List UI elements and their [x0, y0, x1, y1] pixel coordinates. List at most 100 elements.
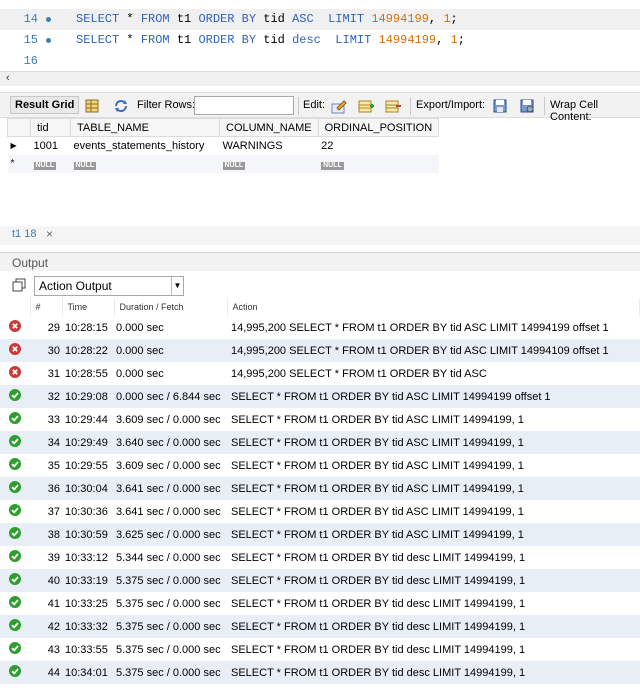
export-icon[interactable] — [492, 98, 508, 114]
column-header[interactable]: ORDINAL_POSITION — [317, 118, 440, 137]
table-cell[interactable]: events_statements_history — [71, 137, 220, 155]
output-index: 36 — [30, 477, 62, 500]
chevron-down-icon[interactable]: ▼ — [171, 277, 183, 295]
output-index: 29 — [47, 321, 60, 334]
output-row[interactable]: 36 10:30:04 3.641 sec / 0.000 sec SELECT * … — [0, 477, 640, 500]
table-cell[interactable]: 22 — [318, 137, 439, 155]
tab-t1-18[interactable]: t1 18 — [12, 228, 36, 240]
insert-row-icon[interactable] — [358, 98, 374, 114]
output-row[interactable]: 35 10:29:55 3.609 sec / 0.000 sec SELECT * … — [0, 454, 640, 477]
edit-row-icon[interactable] — [331, 98, 347, 114]
output-row[interactable]: 41 10:33:25 5.375 sec / 0.000 sec SELECT * … — [0, 592, 640, 615]
scroll-left-icon[interactable]: ‹ — [6, 72, 10, 84]
toolbar-divider — [410, 97, 411, 115]
output-row[interactable]: 34 10:29:49 3.640 sec / 0.000 sec SELECT * … — [0, 431, 640, 454]
output-index: 40 — [30, 569, 62, 592]
output-row[interactable]: 44 10:34:01 5.375 sec / 0.000 sec SELECT * … — [0, 661, 640, 684]
output-duration: 0.000 sec / 6.844 sec — [114, 385, 227, 408]
output-action: 14,995,200 SELECT * FROM t1 ORDER BY tid… — [227, 339, 640, 362]
column-header[interactable]: TABLE_NAME — [70, 118, 220, 137]
table-cell[interactable]: NULL — [220, 155, 319, 173]
output-row[interactable]: 33 10:29:44 3.609 sec / 0.000 sec SELECT * … — [0, 408, 640, 431]
table-cell[interactable]: NULL — [31, 155, 71, 173]
line-number: 14 — [23, 12, 38, 26]
output-index: 44 — [30, 661, 62, 684]
column-header[interactable]: Action — [227, 298, 640, 316]
refresh-icon[interactable] — [113, 98, 129, 114]
output-row[interactable]: 38 10:30:59 3.625 sec / 0.000 sec SELECT * … — [0, 523, 640, 546]
output-action: SELECT * FROM t1 ORDER BY tid desc LIMIT… — [227, 615, 640, 638]
table-cell[interactable]: 1001 — [31, 137, 71, 155]
sql-text: * — [119, 33, 141, 47]
horizontal-scrollbar[interactable]: ‹ — [0, 71, 640, 86]
output-type-select[interactable]: Action Output ▼ — [34, 276, 184, 296]
output-index: 39 — [47, 551, 60, 564]
column-header[interactable]: tid — [30, 118, 71, 137]
output-index: 37 — [47, 505, 60, 518]
filter-rows-input[interactable] — [194, 96, 294, 115]
close-tab-icon[interactable]: × — [46, 227, 53, 241]
table-cell[interactable]: NULL — [318, 155, 439, 173]
delete-row-icon[interactable] — [385, 98, 401, 114]
import-icon[interactable] — [519, 98, 535, 114]
editor-line-16[interactable]: 16 — [0, 51, 640, 72]
column-header[interactable]: COLUMN_NAME — [219, 118, 319, 137]
statement-marker-icon — [46, 38, 51, 43]
success-icon — [0, 385, 30, 408]
sql-text: * — [119, 12, 141, 26]
sql-keyword: desc — [292, 33, 321, 47]
output-action: SELECT * FROM t1 ORDER BY tid ASC LIMIT … — [227, 431, 640, 454]
output-row[interactable]: 42 10:33:32 5.375 sec / 0.000 sec SELECT * … — [0, 615, 640, 638]
output-time: 10:28:22 — [62, 339, 114, 362]
sql-keyword: SELECT — [76, 12, 120, 26]
output-time: 10:33:55 — [65, 643, 108, 656]
output-duration: 0.000 sec — [116, 321, 164, 334]
result-grid[interactable]: tid TABLE_NAME COLUMN_NAME ORDINAL_POSIT… — [7, 118, 440, 173]
output-row[interactable]: 31 10:28:55 0.000 sec 14,995,200 SELECT * F… — [0, 362, 640, 385]
column-header[interactable]: # — [30, 298, 63, 316]
editor-line-15[interactable]: 15 SELECT * FROM t1 ORDER BY tid desc LI… — [0, 30, 640, 51]
sql-editor[interactable]: 14 SELECT * FROM t1 ORDER BY tid ASC LIM… — [0, 0, 640, 71]
output-duration: 0.000 sec — [116, 367, 164, 380]
output-action: SELECT * FROM t1 ORDER BY tid ASC LIMIT … — [227, 523, 640, 546]
output-row[interactable]: 37 10:30:36 3.641 sec / 0.000 sec SELECT * … — [0, 500, 640, 523]
success-icon — [0, 500, 30, 523]
output-action: SELECT * FROM t1 ORDER BY tid desc LIMIT… — [231, 597, 526, 610]
output-index: 43 — [47, 643, 60, 656]
column-header[interactable]: Time — [62, 298, 115, 316]
output-row[interactable]: 29 10:28:15 0.000 sec 14,995,200 SELECT * F… — [0, 316, 640, 339]
output-row[interactable]: 30 10:28:22 0.000 sec 14,995,200 SELECT * F… — [0, 339, 640, 362]
null-badge: NULL — [33, 161, 57, 170]
action-output-table[interactable]: # Time Duration / Fetch Action 29 10:28:1… — [0, 298, 640, 684]
output-row[interactable]: 43 10:33:55 5.375 sec / 0.000 sec SELECT * … — [0, 638, 640, 661]
grid-view-icon[interactable] — [84, 98, 100, 114]
table-cell[interactable]: WARNINGS — [220, 137, 319, 155]
output-index: 42 — [30, 615, 62, 638]
result-grid-tab[interactable]: Result Grid — [10, 96, 80, 114]
output-duration: 5.375 sec / 0.000 sec — [116, 643, 221, 656]
success-icon — [0, 638, 30, 661]
copy-icon[interactable] — [12, 278, 26, 292]
new-row[interactable]: * NULL NULL NULL NULL — [7, 154, 439, 173]
output-action: SELECT * FROM t1 ORDER BY tid ASC LIMIT … — [231, 413, 524, 426]
table-row[interactable]: ▶ 1001 events_statements_history WARNING… — [8, 137, 439, 155]
output-row[interactable]: 32 10:29:08 0.000 sec / 6.844 sec SELECT * … — [0, 385, 640, 408]
output-duration: 3.609 sec / 0.000 sec — [116, 413, 221, 426]
editor-line-14[interactable]: 14 SELECT * FROM t1 ORDER BY tid ASC LIM… — [0, 9, 640, 30]
output-row[interactable]: 40 10:33:19 5.375 sec / 0.000 sec SELECT * … — [0, 569, 640, 592]
output-duration: 3.609 sec / 0.000 sec — [116, 459, 221, 472]
filter-rows-label: Filter Rows: — [137, 99, 196, 111]
success-icon — [0, 523, 30, 546]
sql-keyword: LIMIT — [335, 33, 372, 47]
output-time: 10:33:19 — [62, 569, 114, 592]
output-duration: 3.625 sec / 0.000 sec — [114, 523, 227, 546]
table-cell[interactable]: NULL — [71, 155, 220, 173]
toolbar-divider — [544, 97, 545, 115]
output-row[interactable]: 39 10:33:12 5.344 sec / 0.000 sec SELECT * … — [0, 546, 640, 569]
success-icon — [0, 454, 30, 477]
sql-text: t1 — [169, 12, 199, 26]
output-index: 34 — [30, 431, 62, 454]
statement-marker-icon — [46, 17, 51, 22]
column-header[interactable]: Duration / Fetch — [114, 298, 228, 316]
